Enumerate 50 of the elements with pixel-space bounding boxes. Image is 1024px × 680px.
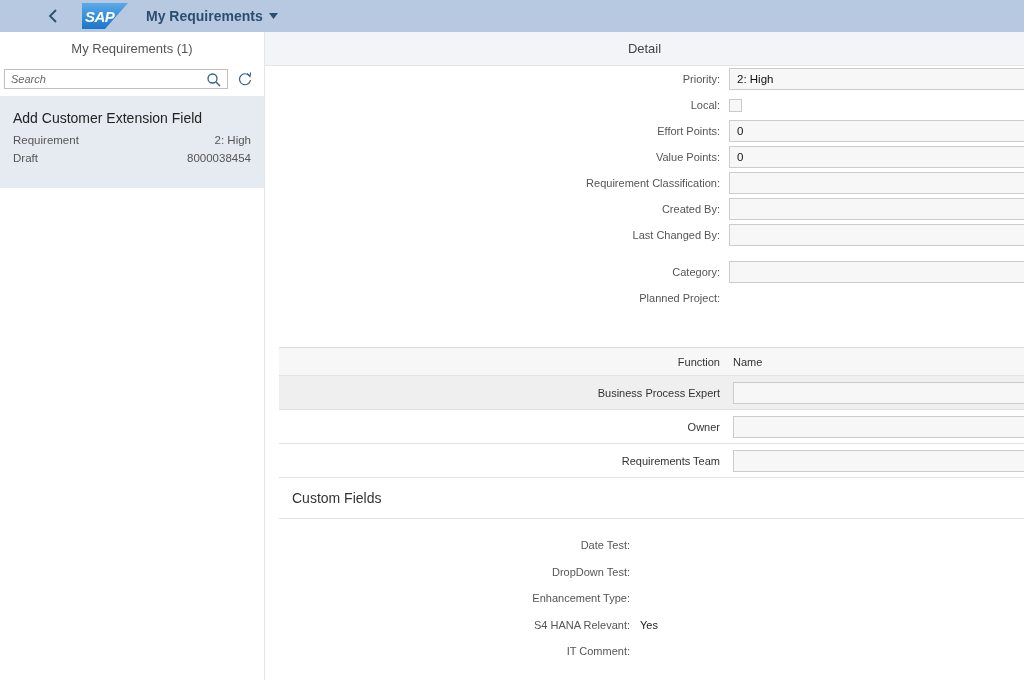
input-field[interactable] [729, 224, 1024, 246]
table-cell-text: Business Process Expert [596, 386, 721, 399]
refresh-button[interactable] [236, 70, 254, 88]
item-status: Draft [13, 152, 38, 164]
column-header: Name [733, 355, 763, 368]
field-label: Enhancement Type: [531, 592, 631, 605]
section-title: Custom Fields [279, 478, 1024, 519]
checkbox[interactable] [729, 98, 742, 112]
input-field[interactable] [733, 381, 1024, 404]
search-icon [207, 73, 221, 87]
search-field[interactable]: Search [4, 69, 228, 89]
table-row[interactable]: Owner [279, 410, 1024, 444]
field-label: IT Comment: [565, 645, 631, 658]
item-priority: 2: High [214, 134, 251, 146]
refresh-icon [238, 72, 252, 86]
field-value: Yes [640, 618, 658, 631]
field-label: Date Test: [579, 539, 631, 552]
detail-title: Detail [265, 32, 1024, 66]
field-label: Local: [689, 99, 721, 111]
input-field[interactable] [729, 261, 1024, 283]
table-cell-text: Requirements Team [620, 454, 721, 467]
item-type: Requirement [13, 134, 79, 146]
field-label: Planned Project: [638, 292, 721, 304]
field-label: Priority: [681, 73, 721, 85]
list-item[interactable]: Add Customer Extension Field Requirement 2: High Draft 8000038454 [0, 96, 264, 188]
table-row[interactable]: Business Process Expert [279, 376, 1024, 410]
input-field[interactable] [729, 172, 1024, 194]
sap-logo[interactable]: SAP [82, 3, 128, 29]
field-label: Category: [671, 266, 721, 278]
app-title-menu[interactable]: My Requirements [146, 8, 278, 24]
item-number: 8000038454 [187, 152, 251, 164]
input-field[interactable]: 0 [729, 146, 1024, 168]
field-label: Value Points: [655, 151, 721, 163]
table-cell-text: Owner [686, 420, 721, 433]
input-field[interactable] [733, 449, 1024, 472]
field-label: Last Changed By: [631, 229, 721, 241]
table-row[interactable]: Requirements Team [279, 444, 1024, 478]
master-title: My Requirements (1) [70, 40, 194, 58]
column-header: Function [676, 355, 721, 368]
input-field[interactable] [733, 415, 1024, 438]
field-label: DropDown Test: [550, 565, 631, 578]
item-title: Add Customer Extension Field [13, 110, 204, 126]
input-field[interactable]: 2: High [729, 68, 1024, 90]
field-label: Created By: [660, 203, 721, 215]
caret-icon [268, 13, 278, 19]
field-label: Effort Points: [656, 125, 721, 137]
input-field[interactable] [729, 198, 1024, 220]
input-field[interactable]: 0 [729, 120, 1024, 142]
field-label: S4 HANA Relevant: [533, 618, 631, 631]
field-label: Requirement Classification: [585, 177, 721, 189]
